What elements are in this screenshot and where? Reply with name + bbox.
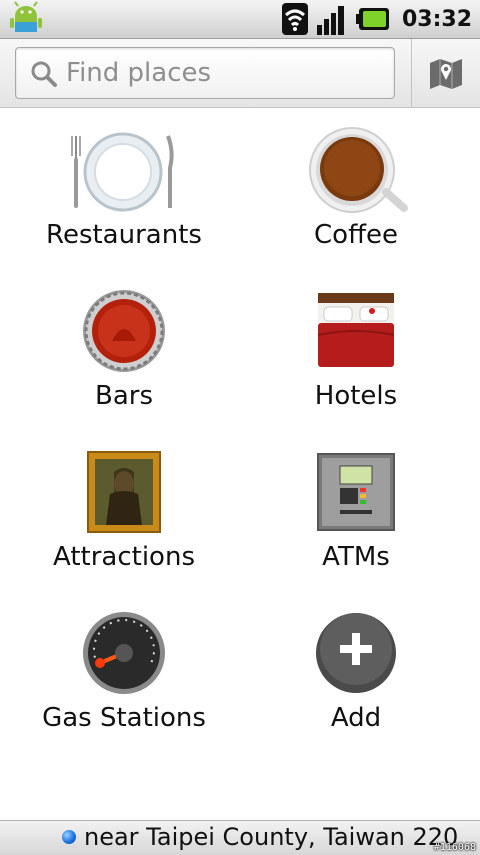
bottle-cap-icon (83, 290, 165, 372)
android-notification-icon[interactable] (6, 0, 46, 38)
category-label: Add (330, 703, 382, 733)
category-atms[interactable]: ATMs (236, 430, 476, 591)
category-label: Hotels (314, 381, 398, 411)
category-label: Restaurants (46, 220, 202, 250)
category-label: Bars (94, 381, 153, 411)
status-time: 03:32 (401, 6, 472, 32)
status-bar: 03:32 (0, 0, 480, 39)
watermark: #116068 (433, 842, 476, 853)
category-gas-stations[interactable]: Gas Stations (4, 591, 244, 752)
category-add[interactable]: Add (236, 591, 476, 752)
category-coffee[interactable]: Coffee (236, 108, 476, 269)
coffee-cup-icon (309, 127, 408, 213)
location-text: near Taipei County, Taiwan 220 (84, 823, 459, 851)
signal-strength-icon (316, 6, 344, 35)
category-grid: Restaurants Coffee Bars Hotels Attractio… (0, 108, 480, 820)
wifi-icon (281, 3, 308, 35)
atm-machine-icon (317, 453, 395, 531)
add-plus-icon (316, 613, 396, 693)
restaurant-plate-icon (71, 132, 174, 212)
location-dot-icon (62, 830, 76, 844)
search-input[interactable]: Find places (15, 47, 395, 99)
category-restaurants[interactable]: Restaurants (4, 108, 244, 269)
category-attractions[interactable]: Attractions (4, 430, 244, 591)
category-label: Coffee (314, 220, 398, 250)
mona-lisa-frame-icon (87, 451, 161, 533)
search-placeholder: Find places (66, 58, 212, 88)
fuel-gauge-icon (83, 612, 165, 694)
category-label: ATMs (322, 542, 390, 572)
category-label: Attractions (53, 542, 195, 572)
category-hotels[interactable]: Hotels (236, 269, 476, 430)
search-header: Find places (0, 39, 480, 108)
search-icon (31, 61, 57, 87)
category-bars[interactable]: Bars (4, 269, 244, 430)
map-view-button[interactable] (412, 39, 480, 107)
map-icon (430, 59, 462, 89)
category-label: Gas Stations (42, 703, 206, 733)
location-bar[interactable]: near Taipei County, Taiwan 220 #116068 (0, 820, 480, 855)
battery-icon (355, 8, 389, 30)
hotel-bed-icon (317, 293, 395, 367)
